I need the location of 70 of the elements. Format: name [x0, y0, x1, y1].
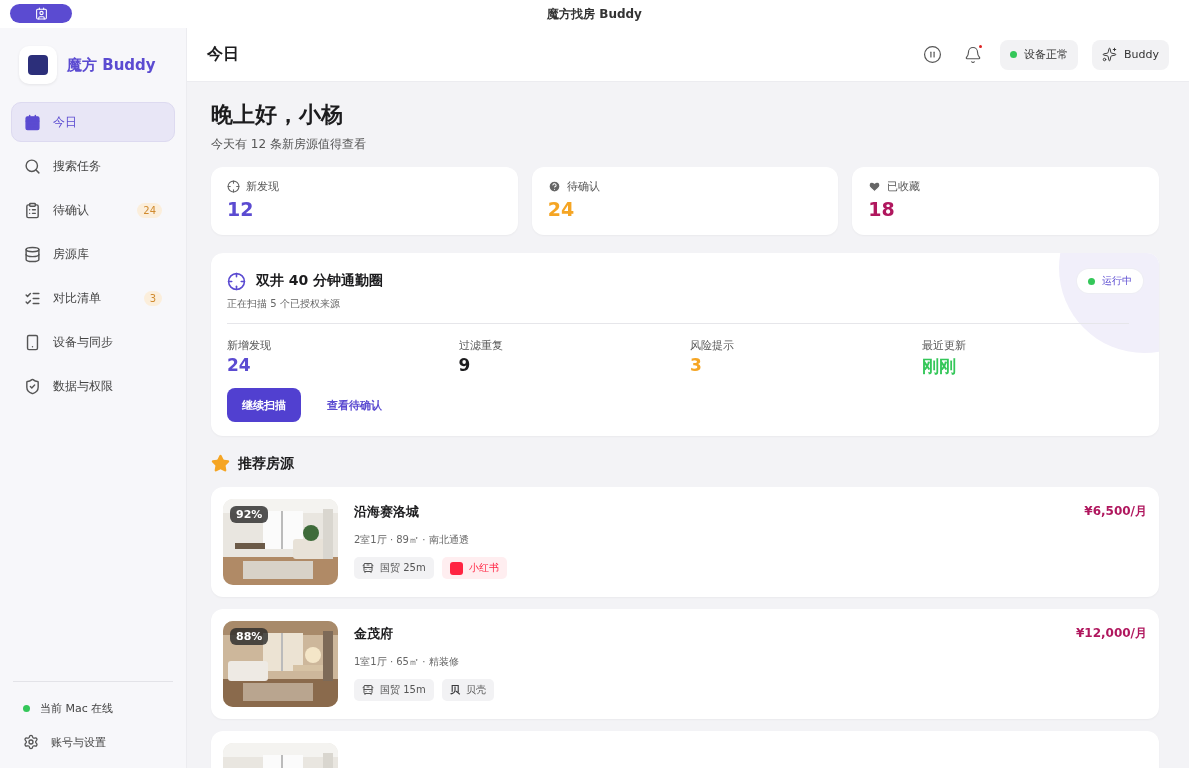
sidebar-item[interactable]: 今日	[11, 102, 175, 142]
metric-value: 3	[690, 355, 703, 375]
task-title: 双井 40 分钟通勤圈	[256, 272, 385, 290]
match-badge: 88%	[230, 628, 269, 645]
bus-icon	[362, 562, 374, 574]
nav-icon	[24, 377, 41, 395]
metric-label: 最近更新	[921, 338, 967, 353]
greeting-title: 晚上好，小杨	[211, 101, 344, 129]
source-tag: 贝 贝壳	[441, 679, 494, 701]
match-badge: 92%	[230, 506, 269, 523]
metric-label: 新增发现	[227, 338, 272, 353]
continue-scan-button[interactable]: 继续扫描	[227, 388, 301, 422]
listing-price: ¥12,000/月	[1075, 625, 1147, 642]
listing-name: 金茂府	[354, 625, 394, 643]
nav-icon	[24, 157, 41, 175]
nav-icon	[24, 113, 41, 131]
count-badge: 3	[143, 290, 162, 306]
star-icon	[211, 454, 230, 473]
stat-icon	[547, 180, 561, 193]
stat-icon	[868, 180, 882, 193]
listing-name: 沿海赛洛城	[354, 503, 420, 521]
sidebar-item[interactable]: 设备与同步	[11, 322, 175, 362]
window-title: 魔方找房 Buddy	[547, 5, 642, 23]
source-tag: 小红书	[441, 557, 507, 579]
app-logo	[19, 46, 57, 84]
metric-value: 24	[227, 355, 252, 375]
stat-label: 已收藏	[887, 179, 921, 194]
listing-card[interactable]: 92% 沿海赛洛城 2室1厅 · 89㎡ · 南北通透 国贸 25m 小红书 ¥6,500/月	[211, 487, 1159, 597]
sidebar-item[interactable]: 房源库	[11, 234, 175, 274]
commute-tag: 国贸 15m	[354, 679, 434, 701]
stat-icon	[227, 180, 240, 193]
stat-label: 待确认	[566, 179, 600, 194]
metric-label: 风险提示	[690, 338, 735, 353]
stat-value: 12	[227, 198, 255, 220]
section-title: 推荐房源	[238, 454, 294, 473]
stat-value: 24	[547, 198, 576, 220]
sidebar-item[interactable]: 搜索任务	[11, 146, 175, 186]
task-subtitle: 正在扫描 5 个已授权来源	[227, 297, 341, 311]
device-status-button[interactable]: 设备正常	[1000, 39, 1078, 70]
commute-tag: 国贸 25m	[354, 557, 434, 579]
source-mark: 贝	[449, 683, 460, 697]
sparkle-icon	[1102, 47, 1117, 62]
nav-icon	[24, 201, 41, 219]
bus-icon	[362, 684, 374, 696]
running-status: 运行中	[1077, 269, 1143, 293]
settings-icon	[23, 734, 39, 750]
stat-label: 新发现	[246, 179, 279, 194]
listing-card[interactable]: 88% 金茂府 1室1厅 · 65㎡ · 精装修 国贸 15m 贝 贝壳 ¥12,000/月	[211, 609, 1159, 719]
greeting-subtitle: 今天有 12 条新房源值得查看	[211, 136, 367, 153]
sidebar-item[interactable]: 数据与权限	[11, 366, 175, 406]
nav-icon	[24, 333, 41, 351]
metric-value: 刚刚	[921, 355, 957, 378]
sidebar-toggle-button[interactable]	[10, 4, 72, 23]
window-icon	[34, 7, 48, 20]
metric-label: 过滤重复	[458, 338, 504, 353]
status-text: 当前 Mac 在线	[40, 700, 114, 716]
buddy-button[interactable]: Buddy	[1092, 39, 1169, 70]
listing-price: ¥6,500/月	[1084, 503, 1147, 520]
stat-value: 18	[868, 198, 896, 220]
nav-icon	[24, 245, 41, 263]
sidebar-item[interactable]: 对比清单 3	[11, 278, 175, 318]
listing-details: 1室1厅 · 65㎡ · 精装修	[354, 655, 460, 669]
page-title: 今日	[207, 44, 240, 65]
target-icon	[227, 271, 246, 291]
count-badge: 24	[137, 202, 162, 218]
sidebar-item[interactable]: 待确认 24	[11, 190, 175, 230]
metric-value: 9	[458, 355, 472, 375]
listing-details: 2室1厅 · 89㎡ · 南北通透	[354, 533, 470, 547]
settings-link[interactable]: 账号与设置	[11, 730, 175, 754]
brand-name: 魔方 Buddy	[67, 55, 156, 75]
